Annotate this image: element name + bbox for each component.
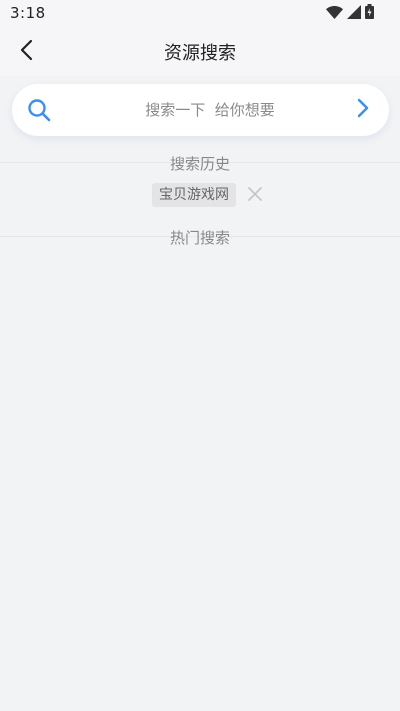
history-list: 宝贝游戏网 (0, 182, 400, 208)
page-title: 资源搜索 (164, 43, 236, 64)
clear-history-button[interactable] (244, 184, 266, 206)
status-bar: 3:18 (0, 0, 400, 28)
search-input[interactable] (70, 84, 350, 136)
status-icons (326, 3, 374, 23)
history-tag[interactable]: 宝贝游戏网 (152, 183, 236, 207)
search-icon[interactable] (27, 98, 51, 122)
hot-section-title: 热门搜索 (169, 229, 230, 247)
search-submit-button[interactable] (349, 96, 377, 124)
status-time: 3:18 (10, 4, 46, 22)
history-section-title: 搜索历史 (169, 155, 230, 173)
signal-icon (347, 4, 361, 23)
search-bar (12, 84, 389, 136)
close-icon (248, 186, 262, 205)
battery-icon (365, 3, 374, 23)
wifi-icon (326, 4, 343, 23)
header: 资源搜索 (0, 28, 400, 76)
chevron-right-icon (357, 98, 369, 122)
